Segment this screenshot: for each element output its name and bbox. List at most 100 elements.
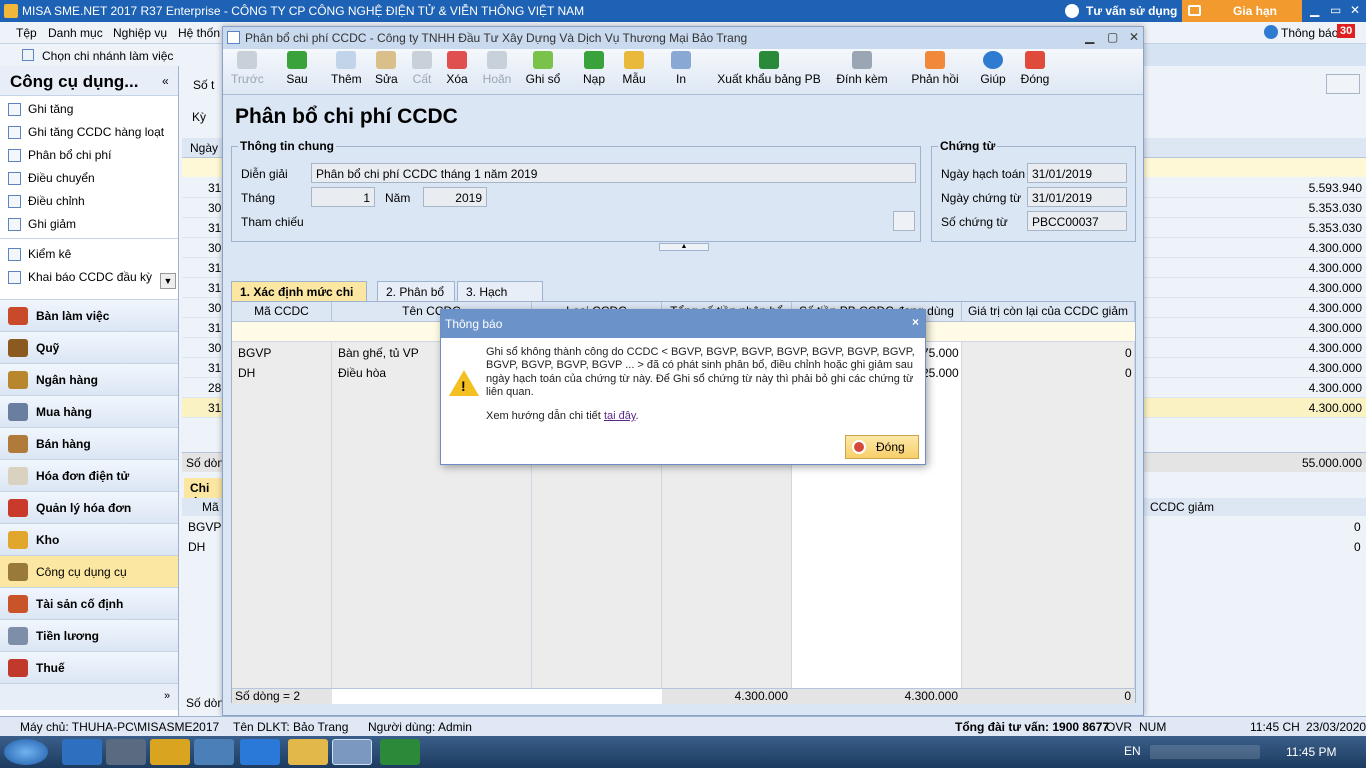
col-ma-ccdc[interactable]: Mã CCDC [232, 302, 332, 322]
row1-ten[interactable]: Bàn ghế, tủ VP [338, 346, 419, 360]
toolbar-mau-button[interactable]: Mẫu [619, 51, 649, 86]
ngay-chung-tu-input[interactable]: 31/01/2019 [1027, 187, 1127, 207]
taskbar-misa-icon[interactable] [332, 739, 372, 765]
module-thue[interactable]: Thuế [0, 652, 178, 684]
toolbar-sau-button[interactable]: Sau [285, 51, 309, 86]
module-ban-lam-viec[interactable]: Bàn làm việc [0, 300, 178, 332]
bg-detail-tab[interactable]: Chi ti [184, 478, 224, 509]
module-mua-hang[interactable]: Mua hàng [0, 396, 178, 428]
toolbar-phan-hoi-button[interactable]: Phản hồi [909, 51, 961, 86]
tray-icons[interactable] [1150, 745, 1260, 759]
language-indicator[interactable]: EN [1124, 744, 1141, 758]
task-kiem-ke[interactable]: Kiểm kê [0, 243, 178, 266]
toolbar-xuat-khau-button[interactable]: Xuất khẩu bảng PB [717, 51, 821, 86]
taskbar-ie-icon[interactable] [62, 739, 102, 765]
task-dieu-chuyen[interactable]: Điều chuyển [0, 167, 178, 190]
module-quy[interactable]: Quỹ [0, 332, 178, 364]
toolbar-them-button[interactable]: Thêm [331, 51, 362, 86]
document-icon [8, 172, 21, 185]
toolbar-dinh-kem-button[interactable]: Đính kèm [835, 51, 889, 86]
task-ghi-tang[interactable]: Ghi tăng [0, 98, 178, 121]
module-tien-luong[interactable]: Tiền lương [0, 620, 178, 652]
row1-pb[interactable]: 75.000 [922, 346, 959, 360]
bg-settings-icon[interactable] [1326, 74, 1360, 94]
so-chung-tu-input[interactable]: PBCC00037 [1027, 211, 1127, 231]
taskbar-windows-icon[interactable] [194, 739, 234, 765]
toolbar-cat-button[interactable]: Cất [411, 51, 433, 86]
toolbar-dong-button[interactable]: Đóng [1019, 51, 1051, 86]
scroll-down-icon[interactable]: ▼ [160, 273, 176, 289]
message-help-line: Xem hướng dẫn chi tiết tại đây. [486, 410, 639, 423]
row2-gt[interactable]: 0 [1125, 366, 1132, 380]
ngay-hach-toan-input[interactable]: 31/01/2019 [1027, 163, 1127, 183]
dialog-minimize-icon[interactable]: ▁ [1085, 30, 1094, 44]
start-button[interactable] [4, 739, 48, 765]
message-close-icon[interactable]: × [912, 315, 919, 329]
taskbar-chrome-icon[interactable] [150, 739, 190, 765]
toolbar-nap-button[interactable]: Nạp [581, 51, 607, 86]
row2-pb[interactable]: 25.000 [922, 366, 959, 380]
tab-phan-bo[interactable]: 2. Phân bổ [377, 281, 455, 302]
taskbar-explorer-icon[interactable] [288, 739, 328, 765]
toolbar-truoc-button[interactable]: Trước [231, 51, 264, 86]
toolbar-xoa-button[interactable]: Xóa [445, 51, 469, 86]
tab-xac-dinh-muc-chi-phi[interactable]: 1. Xác định mức chi phí [231, 281, 367, 313]
tham-chieu-search-icon[interactable] [893, 211, 915, 231]
row2-ma[interactable]: DH [238, 366, 255, 380]
module-kho[interactable]: Kho [0, 524, 178, 556]
bg-detail-row-2-value: 0 [1354, 540, 1361, 554]
bg-detail-row-2-code: DH [188, 540, 206, 554]
desk-icon [8, 307, 28, 325]
toolbar-giup-button[interactable]: Giúp [979, 51, 1007, 86]
toolbar-hoan-button[interactable]: Hoãn [481, 51, 513, 86]
tu-van-button[interactable]: Tư vấn sử dụng [1060, 0, 1178, 22]
module-ban-hang[interactable]: Bán hàng [0, 428, 178, 460]
task-ghi-tang-hang-loat[interactable]: Ghi tăng CCDC hàng loạt [0, 121, 178, 144]
menu-nghiep-vu[interactable]: Nghiệp vụ [113, 26, 167, 40]
toolbar-ghi-so-button[interactable]: Ghi sổ [525, 51, 561, 86]
gia-han-button[interactable]: Gia hạn [1182, 0, 1302, 22]
dialog-close-icon[interactable]: ✕ [1129, 30, 1139, 44]
thang-input[interactable]: 1 [311, 187, 375, 207]
module-cong-cu-dung-cu[interactable]: Công cụ dụng cụ [0, 556, 178, 588]
close-circle-icon [852, 440, 866, 454]
dien-giai-input[interactable]: Phân bổ chi phí CCDC tháng 1 năm 2019 [311, 163, 916, 183]
menu-he-thong[interactable]: Hệ thốn [178, 26, 220, 40]
message-close-button[interactable]: Đóng [845, 435, 919, 459]
restore-app-icon[interactable]: ▭ [1330, 3, 1341, 17]
windows-taskbar: EN 11:45 PM [0, 736, 1366, 768]
document-icon [8, 248, 21, 261]
module-hoa-don-dien-tu[interactable]: Hóa đơn điện tử [0, 460, 178, 492]
row1-gt[interactable]: 0 [1125, 346, 1132, 360]
thong-bao-link[interactable]: Thông báo [1281, 26, 1338, 40]
taskbar-zalo-icon[interactable] [240, 739, 280, 765]
task-dieu-chinh[interactable]: Điều chỉnh [0, 190, 178, 213]
dialog-maximize-icon[interactable]: ▢ [1107, 30, 1118, 44]
invoice-list-icon [8, 499, 28, 517]
module-tai-san-co-dinh[interactable]: Tài sản cố định [0, 588, 178, 620]
taskbar-excel-icon[interactable] [380, 739, 420, 765]
chon-chi-nhanh-link[interactable]: Chọn chi nhánh làm việc [42, 49, 173, 63]
collapse-header-icon[interactable]: ▲ [659, 243, 709, 251]
row2-ten[interactable]: Điều hòa [338, 366, 386, 380]
toolbar-sua-button[interactable]: Sửa [375, 51, 398, 86]
tab-hach-toan[interactable]: 3. Hạch toán [457, 281, 543, 313]
module-quan-ly-hoa-don[interactable]: Quản lý hóa đơn [0, 492, 178, 524]
task-khai-bao-dau-ky[interactable]: Khai báo CCDC đầu kỳ [0, 266, 178, 289]
row1-ma[interactable]: BGVP [238, 346, 271, 360]
more-modules-icon[interactable]: » [164, 690, 170, 702]
task-ghi-giam[interactable]: Ghi giảm [0, 213, 178, 236]
toolbar-in-button[interactable]: In [671, 51, 691, 86]
bg-row-value: 4.300.000 [1308, 341, 1362, 355]
collapse-panel-icon[interactable]: « [162, 74, 169, 88]
help-link[interactable]: tại đây [604, 410, 636, 422]
menu-danh-muc[interactable]: Danh mục [48, 26, 103, 40]
minimize-app-icon[interactable]: ▁ [1310, 3, 1319, 17]
taskbar-calculator-icon[interactable] [106, 739, 146, 765]
task-phan-bo-chi-phi[interactable]: Phân bổ chi phí [0, 144, 178, 167]
nam-input[interactable]: 2019 [423, 187, 487, 207]
menu-tep[interactable]: Tệp [16, 26, 37, 40]
col-gia-tri-con-lai[interactable]: Giá trị còn lại của CCDC giảm [962, 302, 1135, 322]
module-ngan-hang[interactable]: Ngân hàng [0, 364, 178, 396]
close-app-icon[interactable]: ✕ [1350, 3, 1360, 17]
